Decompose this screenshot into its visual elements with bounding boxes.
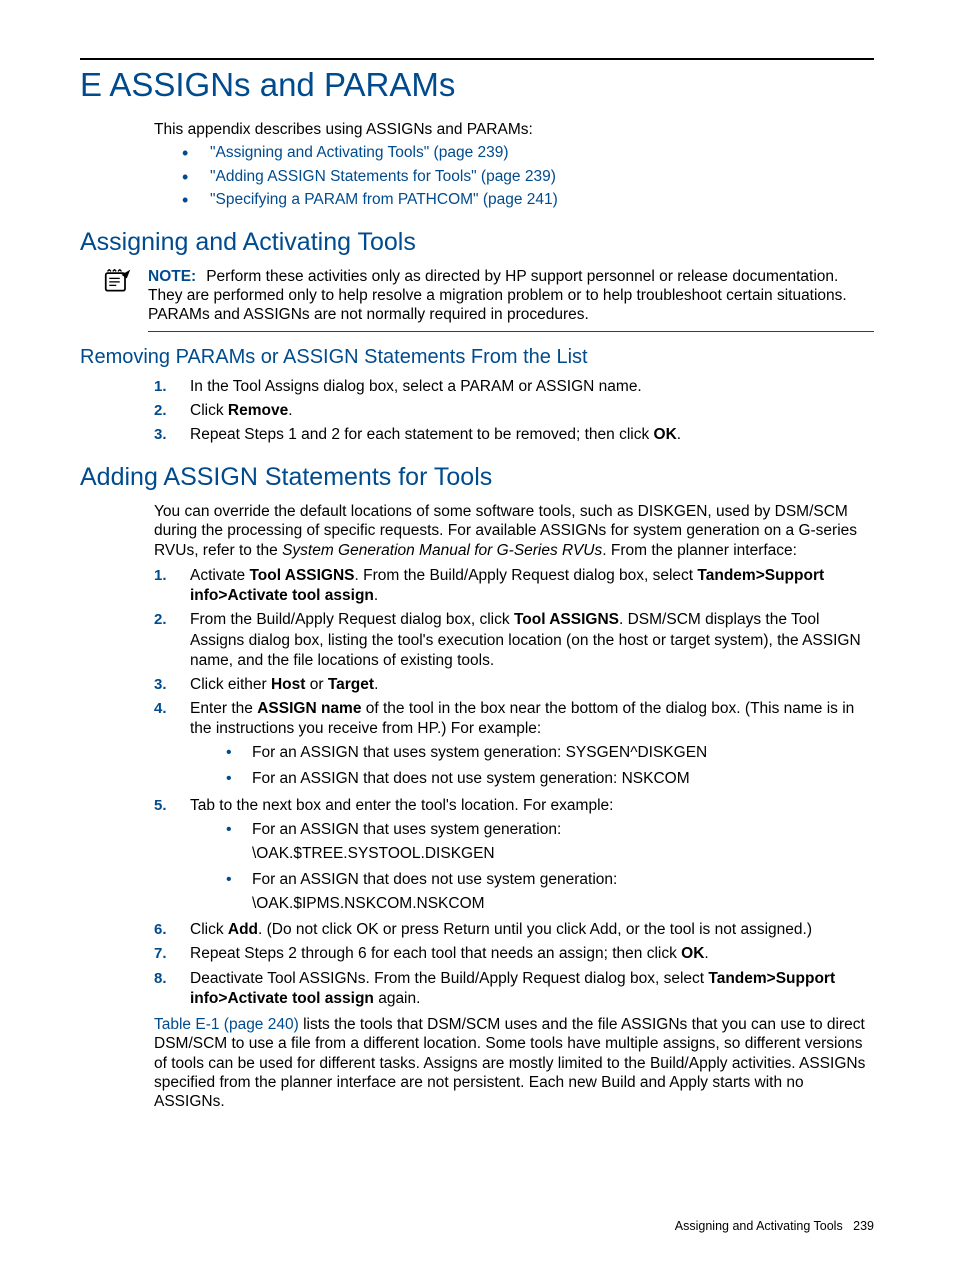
step-item: Repeat Steps 2 through 6 for each tool t… — [154, 944, 874, 964]
adding-steps: Activate Tool ASSIGNS. From the Build/Ap… — [154, 566, 874, 1009]
sub-bullet: For an ASSIGN that does not use system g… — [226, 870, 874, 914]
note-text-block: NOTE:Perform these activities only as di… — [148, 267, 874, 332]
intro-bullet: "Adding ASSIGN Statements for Tools" (pa… — [182, 167, 874, 186]
step-item: Enter the ASSIGN name of the tool in the… — [154, 699, 874, 790]
step4-sublist: For an ASSIGN that uses system generatio… — [190, 743, 874, 789]
step-item: Click either Host or Target. — [154, 675, 874, 695]
step-item: From the Build/Apply Request dialog box,… — [154, 610, 874, 670]
adding-block: You can override the default locations o… — [80, 502, 874, 1112]
intro-bullet: "Specifying a PARAM from PATHCOM" (page … — [182, 190, 874, 209]
step-item: Tab to the next box and enter the tool's… — [154, 796, 874, 915]
note-label: NOTE: — [148, 268, 196, 285]
section-title-adding: Adding ASSIGN Statements for Tools — [80, 463, 874, 492]
sub-bullet: For an ASSIGN that does not use system g… — [226, 769, 874, 789]
top-rule — [80, 58, 874, 60]
step-item: In the Tool Assigns dialog box, select a… — [154, 377, 874, 397]
removing-steps: In the Tool Assigns dialog box, select a… — [154, 377, 874, 445]
table-link[interactable]: Table E-1 (page 240) — [154, 1016, 299, 1033]
footer-page-number: 239 — [853, 1219, 874, 1233]
step-item: Activate Tool ASSIGNS. From the Build/Ap… — [154, 566, 874, 606]
note-callout: NOTE:Perform these activities only as di… — [80, 267, 874, 332]
note-body: Perform these activities only as directe… — [148, 268, 847, 324]
step-item: Click Add. (Do not click OK or press Ret… — [154, 920, 874, 940]
footer-section: Assigning and Activating Tools — [675, 1219, 843, 1233]
subsection-title-removing: Removing PARAMs or ASSIGN Statements Fro… — [80, 346, 874, 369]
section-title-assigning: Assigning and Activating Tools — [80, 228, 874, 257]
page-title: E ASSIGNs and PARAMs — [80, 66, 874, 104]
intro-block: This appendix describes using ASSIGNs an… — [80, 120, 874, 210]
sub-bullet: For an ASSIGN that uses system generatio… — [226, 743, 874, 763]
note-icon — [104, 267, 132, 332]
step-item: Deactivate Tool ASSIGNs. From the Build/… — [154, 969, 874, 1009]
adding-para2: Table E-1 (page 240) lists the tools tha… — [154, 1015, 874, 1112]
adding-intro-para: You can override the default locations o… — [154, 502, 874, 560]
intro-bullet-list: "Assigning and Activating Tools" (page 2… — [154, 143, 874, 209]
sub-bullet: For an ASSIGN that uses system generatio… — [226, 820, 874, 864]
intro-text: This appendix describes using ASSIGNs an… — [154, 120, 874, 139]
intro-bullet: "Assigning and Activating Tools" (page 2… — [182, 143, 874, 162]
step-item: Click Remove. — [154, 401, 874, 421]
step5-sublist: For an ASSIGN that uses system generatio… — [190, 820, 874, 915]
removing-steps-block: In the Tool Assigns dialog box, select a… — [80, 377, 874, 445]
page-footer: Assigning and Activating Tools 239 — [675, 1219, 874, 1233]
step-item: Repeat Steps 1 and 2 for each statement … — [154, 425, 874, 445]
